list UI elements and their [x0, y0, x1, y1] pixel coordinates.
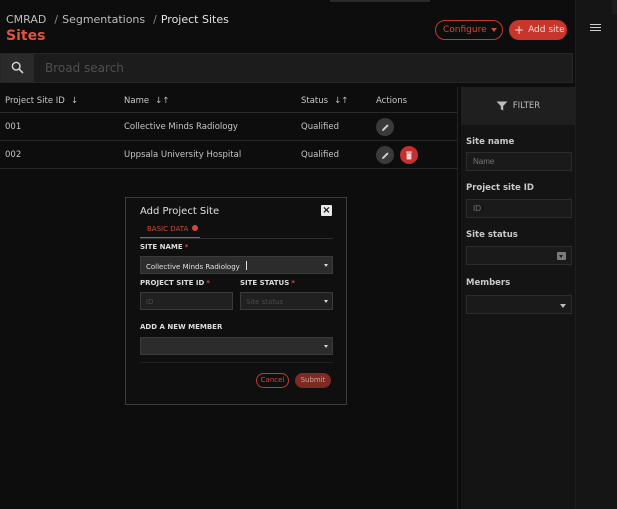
cancel-button[interactable]: Cancel: [256, 373, 289, 388]
chevron-down-icon: [324, 345, 328, 348]
site-name-label: SITE NAME *: [140, 243, 189, 251]
page-title: Sites: [6, 28, 46, 44]
search-input[interactable]: [45, 60, 545, 76]
project-site-id-label: PROJECT SITE ID *: [140, 279, 210, 287]
tab-divider: [140, 238, 333, 239]
pencil-icon: [381, 123, 389, 131]
table-row[interactable]: 001 Collective Minds Radiology Qualified: [0, 113, 457, 141]
table-header-row: Project Site ID ↓ Name ↓↑ Status ↓↑ Actions: [0, 87, 457, 113]
dropdown-icon: [557, 252, 566, 260]
site-status-label: SITE STATUS *: [240, 279, 295, 287]
dialog-title: Add Project Site: [140, 206, 220, 217]
cell-name: Collective Minds Radiology: [124, 122, 238, 132]
filter-site-name-label: Site name: [466, 137, 515, 147]
delete-button[interactable]: [400, 146, 418, 164]
pencil-icon: [381, 151, 389, 159]
breadcrumb-separator: /: [153, 13, 157, 26]
filter-project-site-id-input[interactable]: [466, 199, 572, 218]
filter-members-select[interactable]: [466, 295, 572, 314]
filter-project-site-id-label: Project site ID: [466, 183, 534, 193]
chevron-down-icon: [560, 304, 566, 308]
column-header-name[interactable]: Name ↓↑: [124, 96, 169, 106]
search-button[interactable]: [1, 54, 34, 82]
filter-icon: [496, 101, 508, 111]
search-icon: [11, 61, 24, 74]
menu-icon[interactable]: [590, 24, 601, 33]
filter-site-status-select[interactable]: [466, 246, 572, 265]
sort-down-icon: ↓: [70, 96, 78, 106]
configure-button-label: Configure: [443, 25, 487, 35]
project-site-id-input[interactable]: ID: [140, 292, 233, 310]
add-member-label: ADD A NEW MEMBER: [140, 323, 223, 331]
right-rail: [575, 0, 617, 509]
text-cursor: [245, 261, 247, 270]
sort-icon: ↓↑: [334, 96, 349, 106]
add-site-button-label: Add site: [528, 25, 565, 35]
edit-button[interactable]: [376, 118, 394, 136]
chevron-down-icon: [324, 264, 328, 267]
sort-icon: ↓↑: [155, 96, 170, 106]
breadcrumb-separator: /: [54, 13, 59, 26]
configure-button[interactable]: Configure: [435, 20, 503, 40]
table-row[interactable]: 002 Uppsala University Hospital Qualifie…: [0, 141, 457, 169]
filter-toggle[interactable]: FILTER: [461, 87, 575, 125]
site-status-select[interactable]: Site status: [240, 292, 333, 310]
filter-panel: FILTER Site name Project site ID Site st…: [461, 87, 575, 509]
chevron-down-icon: [491, 28, 497, 32]
breadcrumb-item-project-sites: Project Sites: [160, 13, 229, 26]
cell-status: Qualified: [301, 122, 339, 132]
plus-icon: +: [514, 23, 525, 37]
chevron-down-icon: [324, 300, 328, 303]
column-header-status[interactable]: Status ↓↑: [301, 96, 348, 106]
column-header-project-site-id[interactable]: Project Site ID ↓: [5, 96, 78, 106]
edit-button[interactable]: [376, 146, 394, 164]
breadcrumb-item-cmrad[interactable]: CMRAD: [6, 13, 46, 26]
breadcrumb: CMRAD / Segmentations / Project Sites: [6, 13, 229, 26]
tab-basic-data-label: BASIC DATA: [147, 225, 189, 233]
filter-members-label: Members: [466, 278, 511, 288]
divider: [457, 87, 458, 509]
site-name-select[interactable]: Collective Minds Radiology: [140, 256, 333, 274]
cell-project-site-id: 001: [5, 122, 22, 132]
filter-site-status-label: Site status: [466, 230, 518, 240]
breadcrumb-item-segmentations[interactable]: Segmentations: [62, 13, 145, 26]
top-edge-strip: [330, 0, 430, 2]
footer-divider: [140, 362, 333, 363]
site-name-value: Collective Minds Radiology: [146, 263, 240, 271]
column-header-actions: Actions: [376, 96, 408, 106]
submit-button[interactable]: Submit: [295, 373, 331, 388]
filter-title: FILTER: [512, 101, 541, 111]
sites-table: Project Site ID ↓ Name ↓↑ Status ↓↑ Actions…: [0, 87, 457, 169]
close-icon[interactable]: ×: [321, 205, 332, 216]
add-member-select[interactable]: [140, 337, 333, 355]
right-rail-top: [612, 0, 617, 14]
add-site-button[interactable]: + Add site: [509, 20, 567, 40]
cell-name: Uppsala University Hospital: [124, 150, 242, 160]
search-bar: [0, 53, 573, 83]
trash-icon: [406, 151, 412, 159]
cell-status: Qualified: [301, 150, 339, 160]
cell-project-site-id: 002: [5, 150, 22, 160]
tab-basic-data[interactable]: BASIC DATA: [140, 222, 200, 238]
error-indicator-icon: [192, 225, 199, 231]
add-project-site-dialog: Add Project Site × BASIC DATA SITE NAME *…: [125, 197, 347, 405]
filter-site-name-input[interactable]: [466, 152, 572, 171]
